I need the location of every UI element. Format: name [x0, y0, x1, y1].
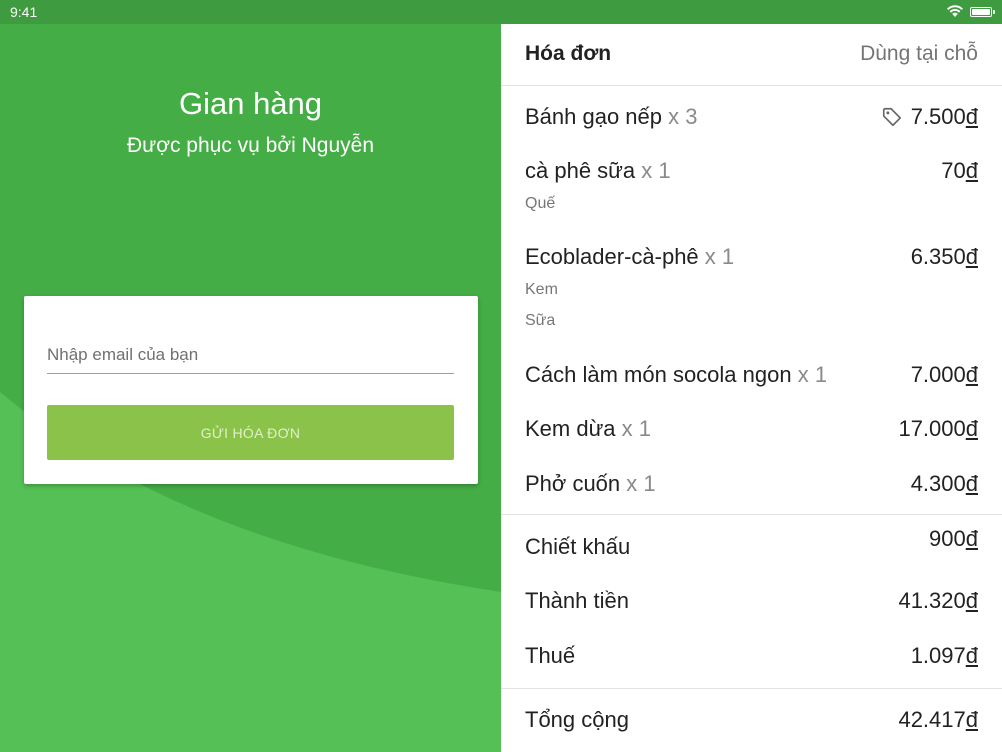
item-price: 17.000đ: [898, 416, 978, 442]
status-bar: 9:41: [0, 0, 1002, 24]
email-receipt-card: GỬI HÓA ĐƠN: [24, 296, 478, 484]
item-name: cà phê sữa x 1: [525, 158, 671, 184]
summary-label: Thành tiền: [525, 588, 629, 613]
currency-symbol: đ: [965, 244, 978, 269]
summary-row-subtotal: Thành tiền 41.320đ: [525, 588, 978, 618]
battery-icon: [970, 7, 995, 17]
item-price: 70đ: [941, 158, 978, 184]
item-name-text: Phở cuốn: [525, 471, 621, 496]
item-price: 7.500đ: [881, 104, 978, 130]
total-value: 42.417đ: [898, 707, 978, 732]
send-receipt-button[interactable]: GỬI HÓA ĐƠN: [47, 405, 454, 460]
summary-value: 1.097đ: [910, 643, 978, 668]
summary-divider: [501, 688, 1002, 689]
wifi-icon: [946, 4, 964, 21]
item-name: Bánh gạo nếp x 3: [525, 104, 698, 130]
item-option: Quế: [525, 195, 556, 212]
item-price: 4.300đ: [911, 471, 978, 497]
invoice-panel: Hóa đơn Dùng tại chỗ Bánh gạo nếp x 3 7.…: [501, 24, 1002, 752]
item-price-value: 17.000: [898, 416, 966, 441]
item-price: 6.350đ: [911, 244, 978, 270]
invoice-items: Bánh gạo nếp x 3 7.500đ cà phê sữa x 1 7…: [501, 86, 1002, 515]
tag-icon: [881, 106, 903, 128]
item-name-text: Kem dừa: [525, 416, 616, 441]
email-input[interactable]: [47, 336, 454, 374]
store-panel: Gian hàng Được phục vụ bởi Nguyễn GỬI HÓ…: [0, 24, 501, 752]
item-name-text: cà phê sữa: [525, 158, 636, 183]
status-time: 9:41: [10, 4, 38, 20]
item-name-text: Cách làm món socola ngon: [525, 362, 792, 387]
item-name: Kem dừa x 1: [525, 416, 651, 442]
item-quantity: x 1: [626, 471, 656, 496]
item-quantity: x 1: [797, 362, 828, 387]
item-quantity: x 1: [704, 244, 735, 269]
checkout-screen: 9:41 Gian hàng Được phục vụ bởi Nguyễn G…: [0, 0, 1002, 752]
currency-symbol: đ: [965, 158, 978, 183]
battery-level: [972, 9, 990, 15]
item-name: Cách làm món socola ngon x 1: [525, 362, 827, 388]
currency-symbol: đ: [965, 104, 978, 129]
summary-label: Thuế: [525, 643, 576, 668]
items-divider: [501, 514, 1002, 515]
item-price: 7.000đ: [911, 362, 978, 388]
store-subtitle: Được phục vụ bởi Nguyễn: [126, 134, 375, 157]
total-label: Tổng cộng: [525, 707, 629, 732]
summary-row-total: Tổng cộng 42.417đ: [525, 707, 978, 737]
item-name: Ecoblader-cà-phê x 1: [525, 244, 734, 270]
item-price-value: 4.300: [910, 471, 966, 496]
item-name: Phở cuốn x 1: [525, 471, 656, 497]
summary-value: 900đ: [929, 526, 978, 551]
invoice-header: Hóa đơn Dùng tại chỗ: [501, 24, 1002, 86]
currency-symbol: đ: [965, 416, 978, 441]
item-price-value: 6.350: [910, 244, 966, 269]
item-name-text: Ecoblader-cà-phê: [525, 244, 699, 269]
item-quantity: x 1: [621, 416, 652, 441]
item-price-value: 7.500: [910, 104, 966, 129]
item-price-value: 70: [941, 158, 966, 183]
item-option: Sữa: [525, 312, 556, 329]
currency-symbol: đ: [965, 471, 978, 496]
status-indicators: [946, 4, 995, 21]
item-quantity: x 1: [641, 158, 671, 183]
summary-row-tax: Thuế 1.097đ: [525, 643, 978, 673]
summary-label: Chiết khấu: [525, 534, 631, 559]
summary-row-discount: Chiết khấu 900đ: [525, 526, 978, 564]
store-title: Gian hàng: [178, 86, 323, 121]
item-option: Kem: [525, 281, 558, 298]
item-quantity: x 3: [668, 104, 698, 129]
summary-value: 41.320đ: [898, 588, 978, 613]
invoice-title: Hóa đơn: [525, 42, 612, 65]
currency-symbol: đ: [965, 362, 978, 387]
item-name-text: Bánh gạo nếp: [525, 104, 663, 129]
item-price-value: 7.000: [910, 362, 966, 387]
dine-option-label[interactable]: Dùng tại chỗ: [860, 42, 978, 66]
